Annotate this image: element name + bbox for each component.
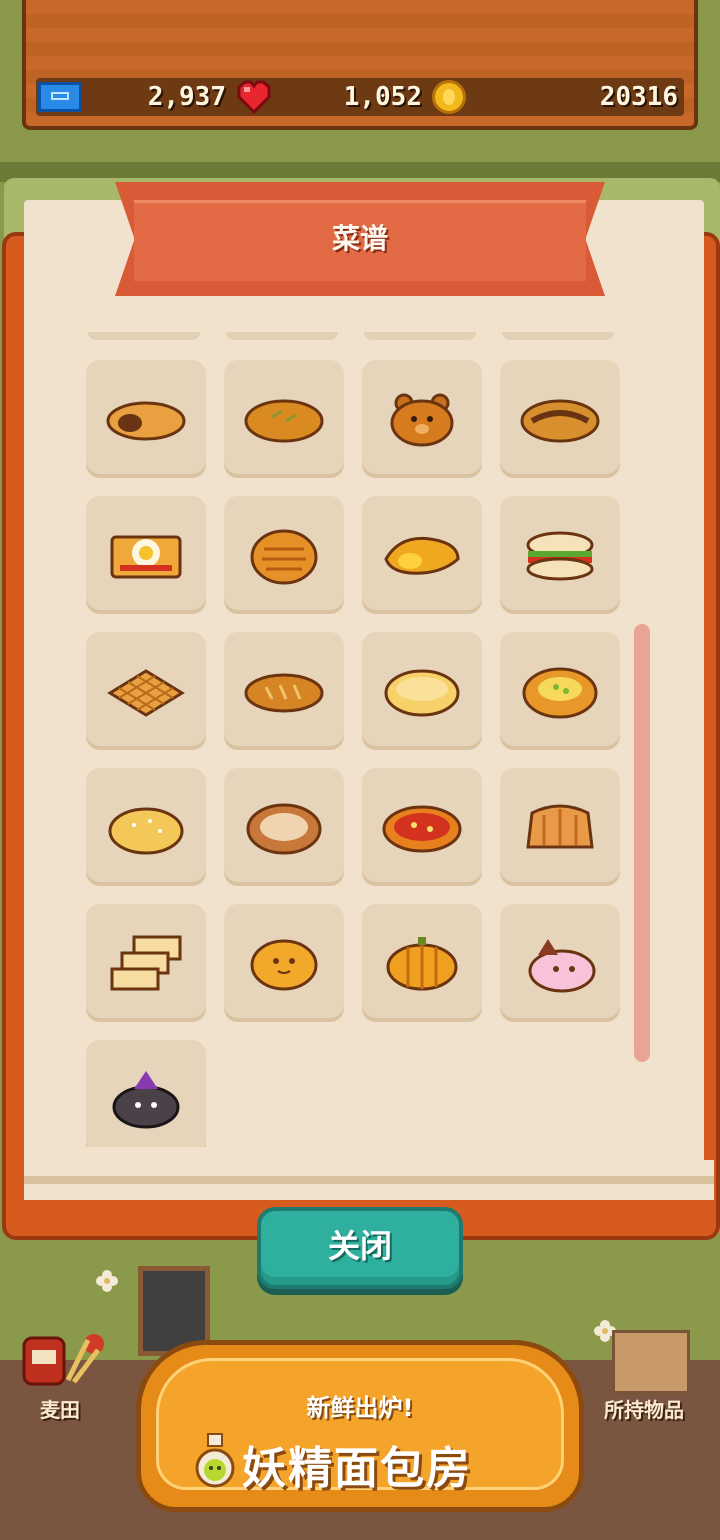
recipe-tile[interactable] (224, 360, 344, 478)
cream-roll-icon (106, 401, 186, 441)
round-loaf-icon (246, 803, 322, 855)
baguette-icon (244, 673, 324, 713)
bear-bread-icon (390, 393, 454, 447)
wheat-field-label[interactable]: 麦田 (40, 1394, 80, 1423)
heart-count: 1,052 (343, 82, 422, 112)
round-pie-icon (250, 529, 318, 585)
bundt-cake-icon (526, 804, 594, 849)
recipe-tile[interactable] (224, 768, 344, 886)
recipe-tile[interactable] (224, 904, 344, 1022)
inventory-label[interactable]: 所持物品 (604, 1394, 684, 1423)
recipe-tile[interactable] (500, 768, 620, 886)
recipe-book-title: 菜谱 (331, 222, 388, 255)
recipe-scrollbar[interactable] (634, 624, 650, 1062)
ticket-count: 2,937 (147, 82, 226, 112)
recipe-tile[interactable] (362, 904, 482, 1022)
flower-icon (96, 1270, 118, 1292)
coin-counter[interactable]: 20316 (428, 78, 684, 116)
recipe-tile[interactable] (362, 632, 482, 750)
recipe-tile[interactable] (362, 768, 482, 886)
sugar-bun-icon (108, 807, 184, 855)
egg-toast-icon (110, 535, 182, 579)
recipe-tile[interactable] (500, 496, 620, 614)
recipe-tile[interactable] (86, 496, 206, 614)
recipe-tile[interactable] (86, 1040, 206, 1147)
logo-title: 妖精面包房 (242, 1443, 472, 1494)
page-edge (24, 1160, 714, 1200)
heart-icon (237, 80, 271, 114)
recipe-tile[interactable] (86, 360, 206, 478)
melon-bread-icon (384, 669, 460, 717)
coin-icon (432, 80, 466, 114)
coin-count: 20316 (599, 82, 678, 112)
tomato-bread-icon (382, 805, 462, 853)
croissant-icon (384, 536, 460, 575)
recipe-tile[interactable] (86, 768, 206, 886)
resource-bar: 2,937 1,052 20316 (36, 78, 684, 116)
ticket-icon (38, 82, 82, 112)
recipe-tile[interactable] (86, 904, 206, 1022)
recipe-tile[interactable] (224, 496, 344, 614)
waffle-icon (107, 669, 185, 717)
recipe-tile[interactable] (500, 360, 620, 478)
recipe-tile[interactable] (362, 496, 482, 614)
recipe-grid-viewport[interactable] (80, 332, 628, 1147)
toast-slices-icon (110, 935, 182, 991)
sandwich-icon (526, 531, 594, 581)
corn-bun-icon (522, 667, 598, 719)
close-button[interactable]: 关闭 (257, 1207, 463, 1289)
heart-counter[interactable]: 1,052 (232, 78, 428, 116)
partial-row (80, 332, 628, 340)
herb-bread-icon (244, 399, 324, 443)
wheat-field-icon[interactable] (18, 1320, 108, 1390)
fairy-mascot-icon (195, 1433, 235, 1488)
inventory-crate-icon[interactable] (612, 1330, 690, 1394)
witch-cat-bun-icon (112, 1071, 180, 1129)
recipe-tile[interactable] (500, 904, 620, 1022)
smiling-bun-icon (250, 939, 318, 991)
pink-fairy-bun-icon (528, 939, 596, 993)
recipe-tile[interactable] (362, 360, 482, 478)
recipe-tile[interactable] (224, 632, 344, 750)
logo-subtitle: 新鲜出炉! (306, 1394, 414, 1422)
chocolate-pastry-icon (520, 399, 600, 443)
recipe-tile[interactable] (500, 632, 620, 750)
recipe-grid (86, 360, 626, 1147)
pumpkin-bread-icon (386, 937, 458, 991)
ticket-counter[interactable]: 2,937 (36, 78, 232, 116)
recipe-tile[interactable] (86, 632, 206, 750)
